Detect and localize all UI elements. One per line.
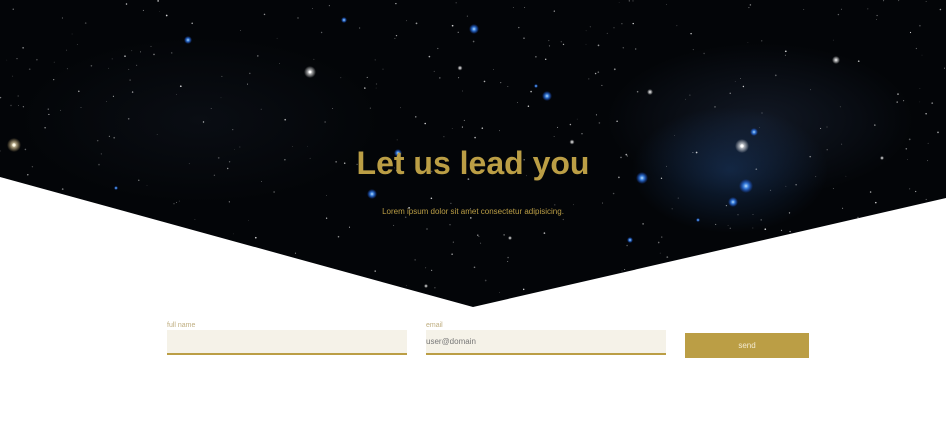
full-name-label: full name xyxy=(167,322,196,329)
full-name-field-group: full name xyxy=(167,321,407,355)
email-label: email xyxy=(426,322,443,329)
contact-form: full name email send xyxy=(0,0,946,441)
email-field-group: email xyxy=(426,321,666,355)
page: Let us lead you Lorem ipsum dolor sit am… xyxy=(0,0,946,441)
email-input[interactable] xyxy=(426,330,666,355)
full-name-input[interactable] xyxy=(167,330,407,355)
send-button[interactable]: send xyxy=(685,333,809,358)
